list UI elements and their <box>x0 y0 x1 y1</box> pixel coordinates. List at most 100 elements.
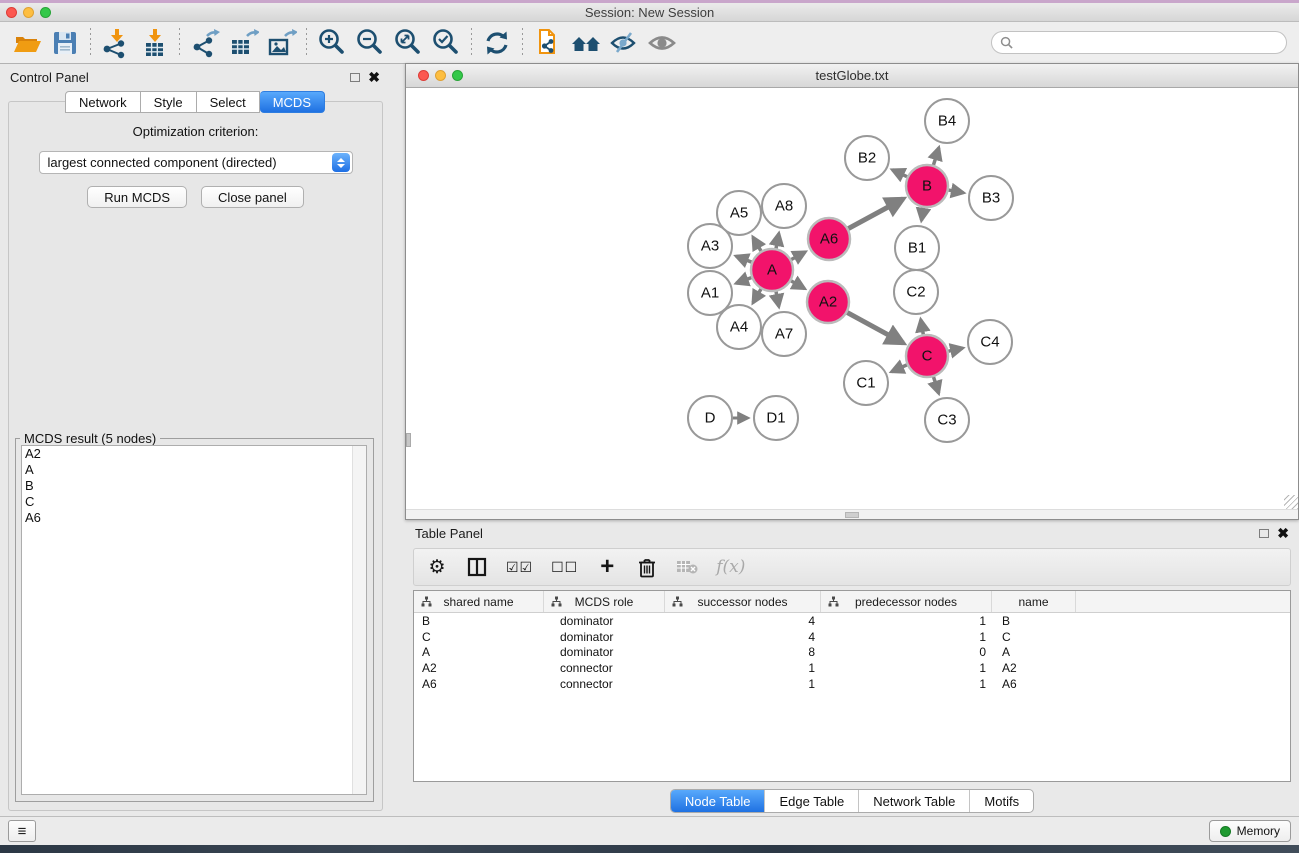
node-C2[interactable]: C2 <box>894 270 938 314</box>
table-cell[interactable]: A2 <box>992 660 1076 676</box>
node-B[interactable]: B <box>906 165 948 207</box>
node-C4[interactable]: C4 <box>968 320 1012 364</box>
zoom-fit-button[interactable] <box>389 26 427 60</box>
tab-node-table[interactable]: Node Table <box>671 790 765 812</box>
table-cell[interactable]: 1 <box>821 613 992 629</box>
column-header-successor-nodes[interactable]: successor nodes <box>665 591 821 612</box>
open-session-button[interactable] <box>8 26 46 60</box>
close-network-window-button[interactable] <box>418 70 429 81</box>
table-cell[interactable]: dominator <box>544 629 665 645</box>
first-neighbors-button[interactable] <box>567 26 605 60</box>
vertical-scrollbar-thumb[interactable] <box>406 433 411 447</box>
node-A[interactable]: A <box>751 249 793 291</box>
zoom-window-button[interactable] <box>40 7 51 18</box>
node-A6[interactable]: A6 <box>808 218 850 260</box>
edge-B-B3[interactable] <box>949 190 964 193</box>
table-options-gear-icon[interactable]: ⚙ <box>426 553 448 581</box>
create-column-icon[interactable]: + <box>596 553 618 581</box>
table-row[interactable]: Cdominator41C <box>414 629 1290 645</box>
node-A8[interactable]: A8 <box>762 184 806 228</box>
import-network-button[interactable] <box>97 26 135 60</box>
refresh-button[interactable] <box>478 26 516 60</box>
table-cell[interactable]: A6 <box>414 676 544 692</box>
table-row[interactable]: A6connector11A6 <box>414 676 1290 692</box>
tab-select[interactable]: Select <box>197 91 260 113</box>
node-A7[interactable]: A7 <box>762 312 806 356</box>
table-row[interactable]: Adominator80A <box>414 644 1290 660</box>
import-table-button[interactable] <box>135 26 173 60</box>
export-table-button[interactable] <box>224 26 262 60</box>
table-cell[interactable]: A2 <box>414 660 544 676</box>
node-B3[interactable]: B3 <box>969 176 1013 220</box>
float-table-panel-icon[interactable] <box>1259 529 1269 538</box>
table-cell[interactable]: 1 <box>821 676 992 692</box>
edge-C-C2[interactable] <box>921 320 924 335</box>
edge-B-B2[interactable] <box>892 170 907 177</box>
criterion-select[interactable]: largest connected component (directed) <box>39 151 353 174</box>
edge-A6-B[interactable] <box>848 199 903 229</box>
run-mcds-button[interactable]: Run MCDS <box>87 186 187 208</box>
edge-C-C3[interactable] <box>934 377 939 393</box>
new-network-from-selection-button[interactable] <box>529 26 567 60</box>
function-builder-icon[interactable]: f(x) <box>716 553 745 581</box>
edge-A-A4[interactable] <box>753 289 761 303</box>
memory-button[interactable]: Memory <box>1209 820 1291 842</box>
zoom-out-button[interactable] <box>351 26 389 60</box>
column-header-predecessor-nodes[interactable]: predecessor nodes <box>821 591 992 612</box>
select-all-columns-icon[interactable]: ☑☑ <box>506 553 533 581</box>
column-header-shared-name[interactable]: shared name <box>414 591 544 612</box>
horizontal-scrollbar[interactable] <box>406 509 1298 519</box>
node-D[interactable]: D <box>688 396 732 440</box>
table-cell[interactable]: connector <box>544 676 665 692</box>
edge-A-A8[interactable] <box>776 234 779 249</box>
close-panel-icon[interactable]: ✖ <box>368 72 380 82</box>
edge-C-C1[interactable] <box>892 365 907 372</box>
table-cell[interactable]: dominator <box>544 613 665 629</box>
node-C3[interactable]: C3 <box>925 398 969 442</box>
table-cell[interactable]: 0 <box>821 644 992 660</box>
edge-B-B1[interactable] <box>921 208 923 221</box>
table-cell[interactable]: C <box>414 629 544 645</box>
search-box[interactable] <box>991 31 1287 54</box>
node-A1[interactable]: A1 <box>688 271 732 315</box>
table-cell[interactable]: 8 <box>665 644 821 660</box>
table-row[interactable]: A2connector11A2 <box>414 660 1290 676</box>
edge-A-A6[interactable] <box>791 252 805 260</box>
close-window-button[interactable] <box>6 7 17 18</box>
node-C[interactable]: C <box>906 335 948 377</box>
mcds-result-list[interactable]: A2ABCA6 <box>21 445 367 795</box>
table-cell[interactable]: B <box>414 613 544 629</box>
node-A4[interactable]: A4 <box>717 305 761 349</box>
table-cell[interactable]: 1 <box>821 629 992 645</box>
float-panel-icon[interactable] <box>350 73 360 82</box>
table-row[interactable]: Bdominator41B <box>414 613 1290 629</box>
delete-table-icon[interactable] <box>676 553 698 581</box>
export-network-button[interactable] <box>186 26 224 60</box>
edge-B-B4[interactable] <box>933 148 938 165</box>
node-table[interactable]: shared nameMCDS rolesuccessor nodesprede… <box>413 590 1291 782</box>
minimize-window-button[interactable] <box>23 7 34 18</box>
node-B4[interactable]: B4 <box>925 99 969 143</box>
horizontal-scrollbar-thumb[interactable] <box>845 512 859 518</box>
result-item[interactable]: A <box>22 462 366 478</box>
table-cell[interactable]: dominator <box>544 644 665 660</box>
unselect-all-columns-icon[interactable]: ☐☐ <box>551 553 578 581</box>
result-item[interactable]: B <box>22 478 366 494</box>
result-item[interactable]: C <box>22 494 366 510</box>
edge-A-A3[interactable] <box>736 256 751 262</box>
result-list-scrollbar[interactable] <box>352 446 366 794</box>
close-table-panel-icon[interactable]: ✖ <box>1277 528 1289 538</box>
table-cell[interactable]: C <box>992 629 1076 645</box>
network-canvas[interactable]: AA1A2A3A4A5A6A7A8BB1B2B3B4CC1C2C3C4DD1 <box>406 89 1298 509</box>
column-header-name[interactable]: name <box>992 591 1076 612</box>
tab-style[interactable]: Style <box>141 91 197 113</box>
edge-A-A2[interactable] <box>791 281 804 289</box>
edge-A-A1[interactable] <box>736 278 751 284</box>
edge-A-A5[interactable] <box>753 237 761 251</box>
result-item[interactable]: A2 <box>22 446 366 462</box>
table-cell[interactable]: A <box>414 644 544 660</box>
node-A2[interactable]: A2 <box>807 281 849 323</box>
node-A5[interactable]: A5 <box>717 191 761 235</box>
tab-edge-table[interactable]: Edge Table <box>764 790 858 812</box>
zoom-network-window-button[interactable] <box>452 70 463 81</box>
